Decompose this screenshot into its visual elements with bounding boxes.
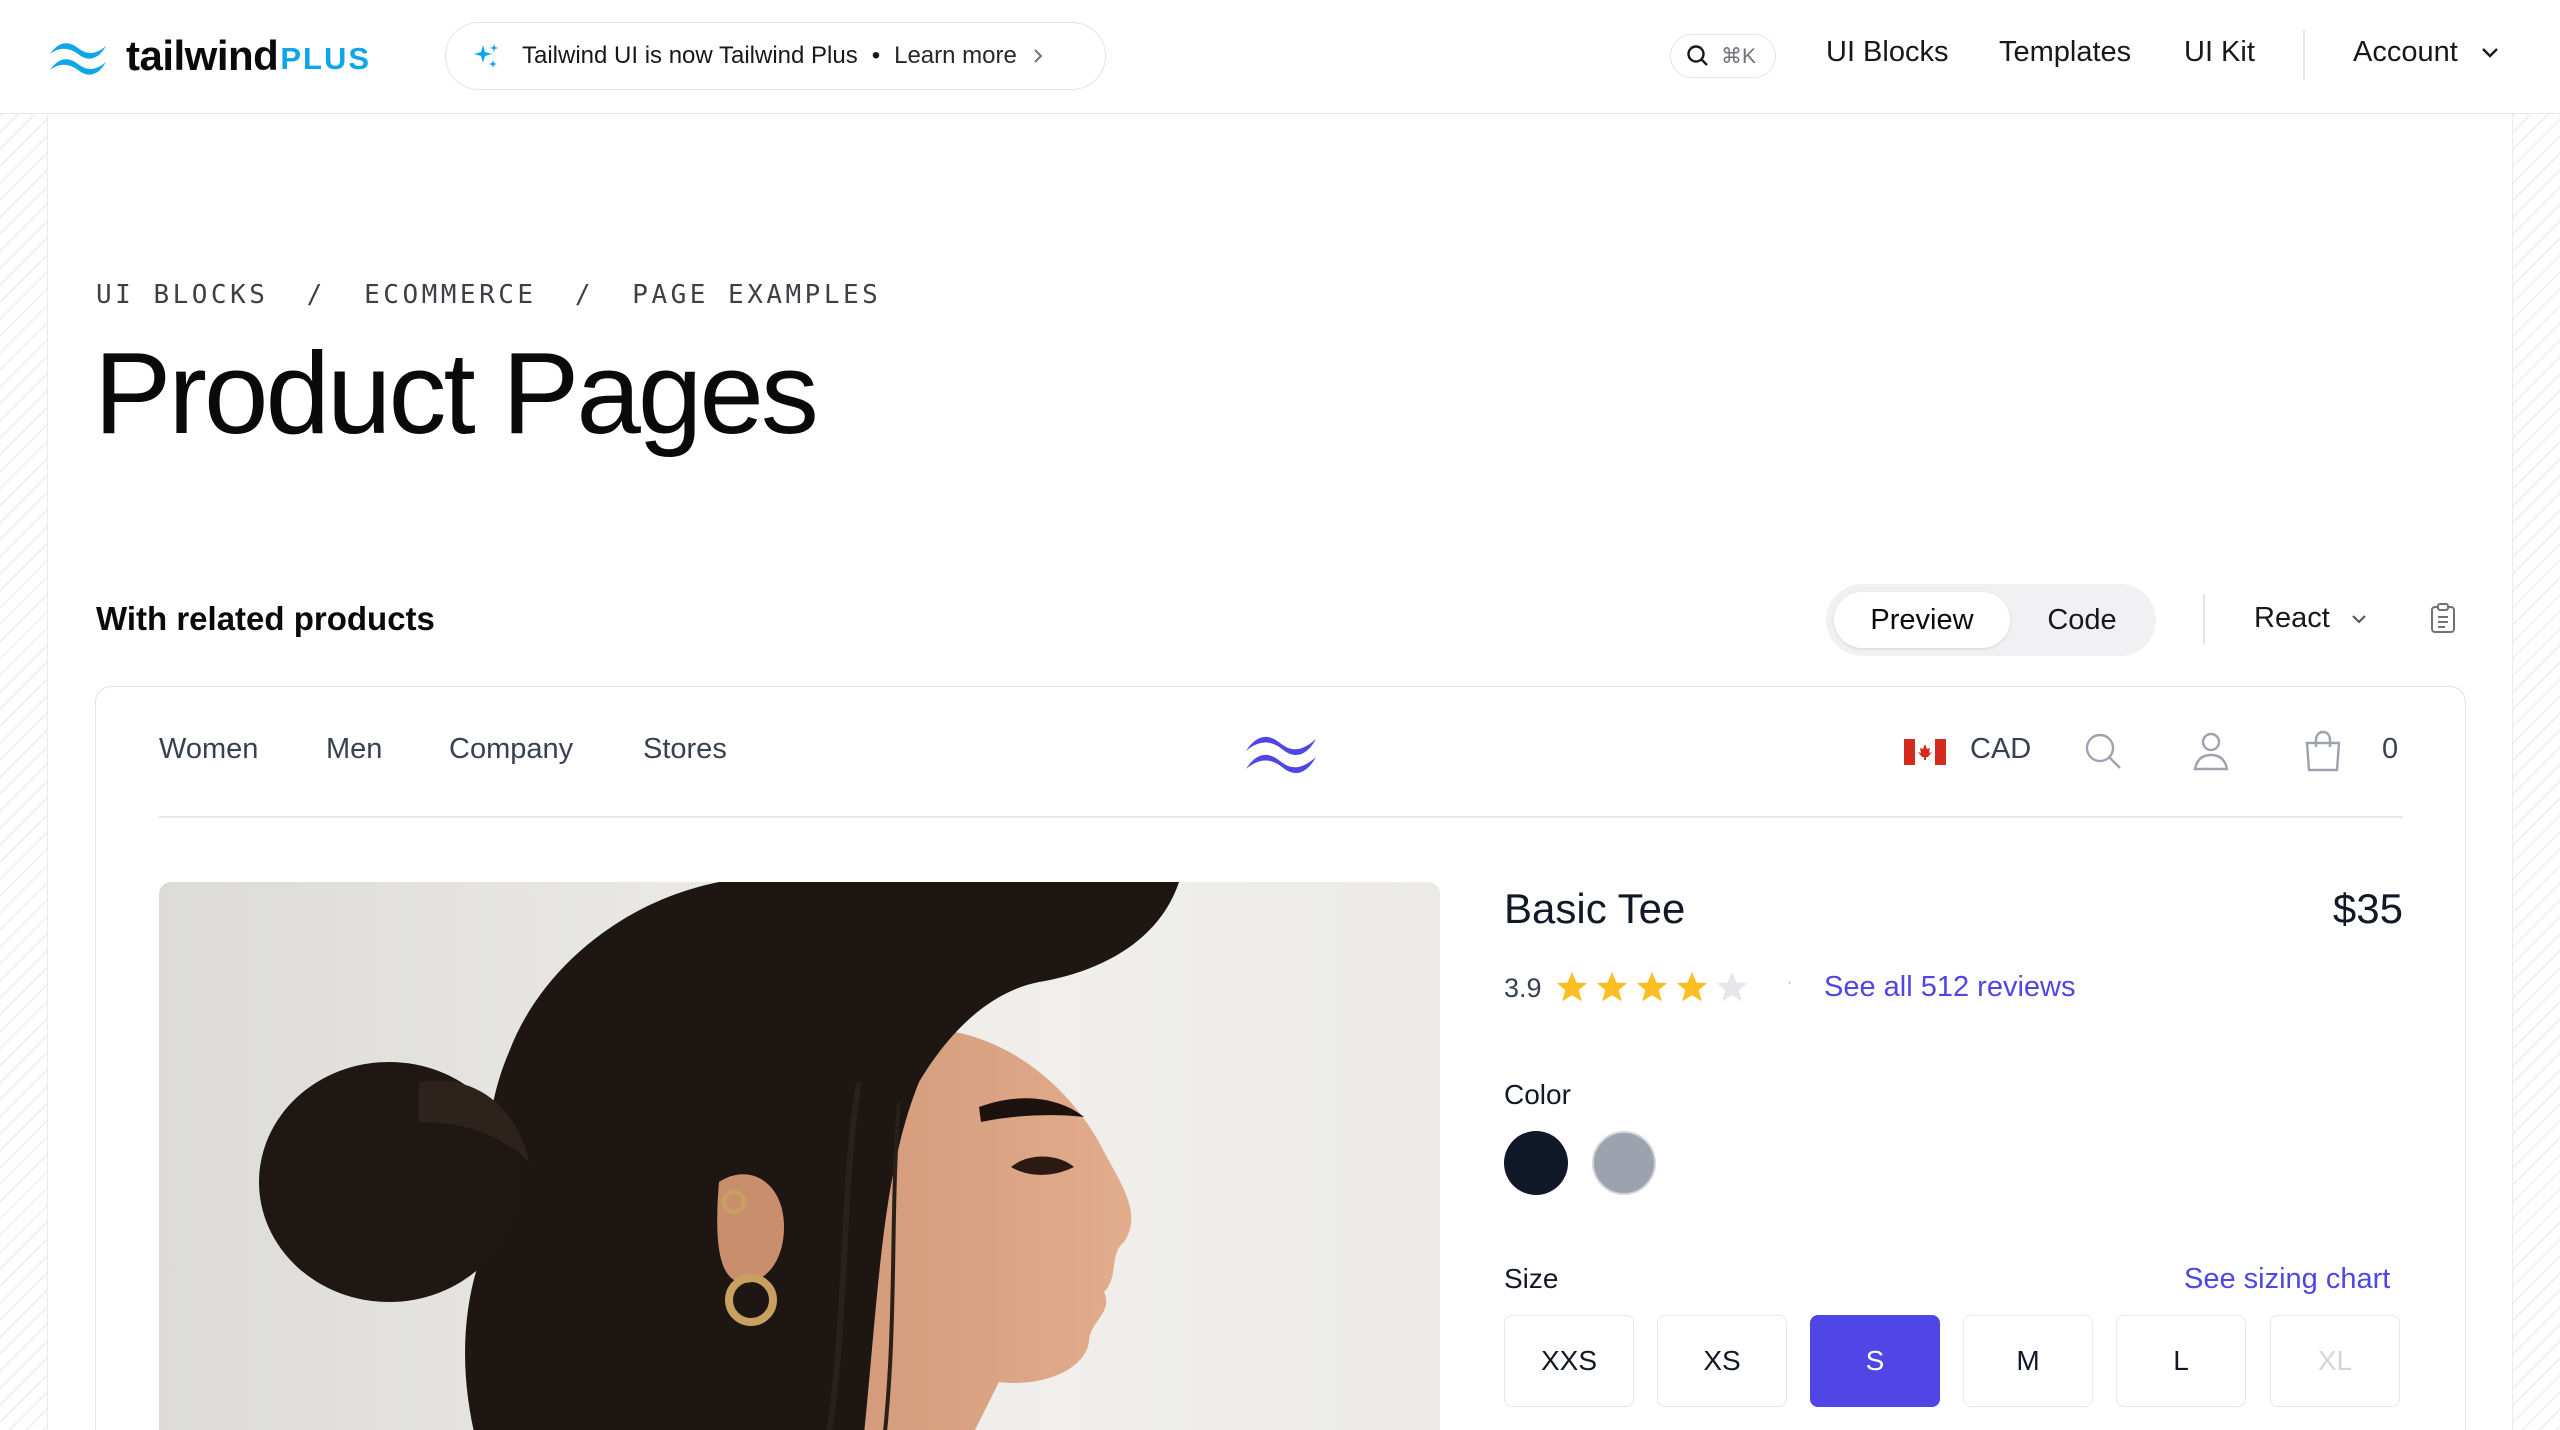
learn-more-link[interactable]: Learn more: [894, 42, 1017, 70]
tab-code[interactable]: Code: [2016, 592, 2148, 648]
reviews-link[interactable]: See all 512 reviews: [1824, 971, 2075, 1004]
rating-separator: ·: [1786, 969, 1794, 994]
shop-logo-icon[interactable]: [1244, 727, 1320, 777]
shop-nav-men[interactable]: Men: [326, 733, 382, 766]
preview-frame: Women Men Company Stores CAD 0 Basic Tee…: [95, 686, 2466, 1430]
framework-select[interactable]: React: [2254, 602, 2368, 635]
shop-nav-stores[interactable]: Stores: [643, 733, 727, 766]
search-button[interactable]: ⌘K: [1670, 34, 1776, 78]
announcement-text: Tailwind UI is now Tailwind Plus: [522, 42, 858, 69]
nav-ui-blocks[interactable]: UI Blocks: [1826, 36, 1948, 69]
size-chart-link[interactable]: See sizing chart: [2184, 1263, 2390, 1296]
search-shortcut: ⌘K: [1721, 44, 1757, 68]
size-option-s[interactable]: S: [1810, 1315, 1940, 1407]
size-option-m[interactable]: M: [1963, 1315, 2093, 1407]
tailwind-plus-logo[interactable]: tailwind PLUS: [46, 32, 371, 80]
clipboard-icon[interactable]: [2428, 602, 2458, 634]
shop-nav-women[interactable]: Women: [159, 733, 258, 766]
chevron-right-icon: [1034, 49, 1043, 63]
star-icon: [1597, 972, 1627, 1002]
brand-name: tailwind: [126, 32, 279, 79]
star-icon: [1557, 972, 1587, 1002]
shop-nav-company[interactable]: Company: [449, 733, 573, 766]
breadcrumb: UI BLOCKS / ECOMMERCE / PAGE EXAMPLES: [96, 280, 882, 310]
framework-label: React: [2254, 602, 2330, 634]
size-option-l[interactable]: L: [2116, 1315, 2246, 1407]
product-image: [159, 882, 1440, 1430]
brand-suffix: PLUS: [280, 41, 372, 76]
star-icon: [1677, 972, 1707, 1002]
product-name: Basic Tee: [1504, 885, 1686, 932]
example-title: With related products: [96, 600, 435, 637]
product-price: $35: [2332, 885, 2403, 932]
size-option-xxs[interactable]: XXS: [1504, 1315, 1634, 1407]
announcement-pill[interactable]: Tailwind UI is now Tailwind Plus • Learn…: [445, 22, 1106, 90]
sparkles-icon: [474, 44, 498, 68]
chevron-down-icon: [2481, 47, 2498, 58]
rating-value: 3.9: [1504, 973, 1542, 1003]
account-menu[interactable]: Account: [2353, 36, 2500, 69]
tailwind-logo-icon: [50, 43, 106, 75]
page-title: Product Pages: [94, 328, 819, 458]
shop-nav-divider: [159, 816, 2403, 818]
size-option-xs[interactable]: XS: [1657, 1315, 1787, 1407]
shopping-bag-icon[interactable]: [2301, 729, 2345, 773]
color-swatch-dark[interactable]: [1504, 1131, 1568, 1195]
chevron-down-icon: [2352, 614, 2366, 623]
color-swatch-gray[interactable]: [1592, 1131, 1656, 1195]
top-navbar: tailwind PLUS Tailwind UI is now Tailwin…: [0, 0, 2560, 114]
search-icon: [1687, 45, 1708, 66]
rating-stars: [1554, 969, 1750, 1005]
user-icon[interactable]: [2189, 729, 2233, 773]
color-label: Color: [1504, 1079, 1571, 1110]
size-label: Size: [1504, 1263, 1559, 1294]
search-icon[interactable]: [2081, 729, 2125, 773]
left-gutter: [0, 114, 48, 1430]
nav-ui-kit[interactable]: UI Kit: [2184, 36, 2255, 69]
canada-flag-icon: [1904, 739, 1946, 765]
nav-divider: [2303, 30, 2305, 80]
star-empty-icon: [1717, 972, 1747, 1002]
tab-preview[interactable]: Preview: [1834, 592, 2010, 648]
size-option-xl: XL: [2270, 1315, 2400, 1407]
currency-selector[interactable]: CAD: [1970, 733, 2031, 766]
cart-count: 0: [2382, 733, 2399, 765]
announcement-separator: •: [871, 42, 881, 69]
view-toggle: Preview Code: [1826, 584, 2156, 656]
star-icon: [1637, 972, 1667, 1002]
right-gutter: [2512, 114, 2560, 1430]
account-label: Account: [2353, 36, 2458, 68]
toolbar-divider: [2203, 594, 2205, 644]
nav-templates[interactable]: Templates: [1999, 36, 2131, 69]
product-photo-illustration: [259, 882, 1179, 1430]
